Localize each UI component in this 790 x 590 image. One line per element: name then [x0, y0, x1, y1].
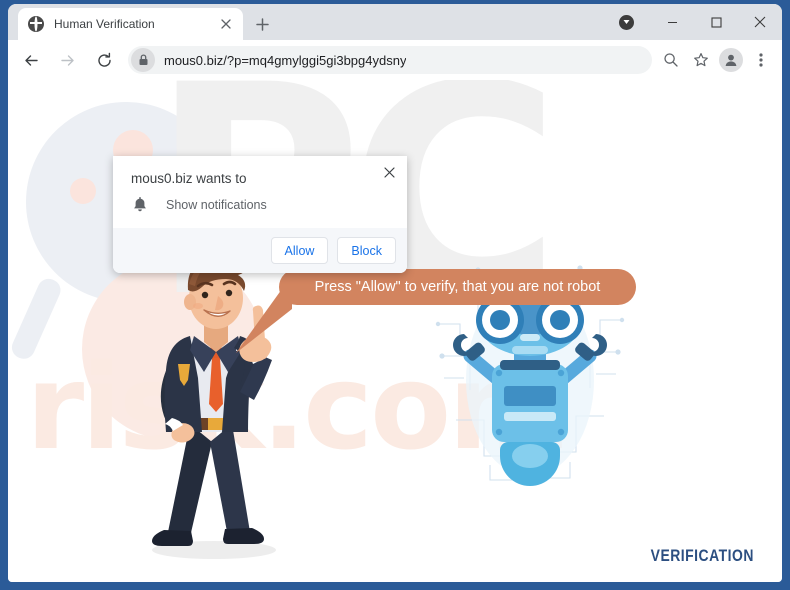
browser-toolbar: mous0.biz/?p=mq4gmylggi5gi3bpg4ydsny: [8, 40, 782, 80]
speech-bubble: Press "Allow" to verify, that you are no…: [279, 269, 636, 305]
minimize-button[interactable]: [650, 4, 694, 40]
globe-icon: [28, 16, 44, 32]
lock-icon[interactable]: [131, 48, 155, 72]
permission-row: Show notifications: [131, 196, 267, 213]
footer-verification-label: VERIFICATION: [650, 546, 754, 565]
three-dot-menu-icon[interactable]: [746, 45, 776, 75]
back-arrow-icon[interactable]: [16, 45, 46, 75]
browser-tab-human-verification[interactable]: Human Verification: [18, 8, 243, 40]
tab-strip: Human Verification: [8, 4, 782, 40]
decorative-dot: [70, 178, 96, 204]
url-text[interactable]: mous0.biz/?p=mq4gmylggi5gi3bpg4ydsny: [164, 53, 406, 68]
close-icon[interactable]: [379, 162, 399, 182]
new-tab-button[interactable]: [251, 13, 273, 35]
address-bar[interactable]: mous0.biz/?p=mq4gmylggi5gi3bpg4ydsny: [128, 46, 652, 74]
dialog-title: mous0.biz wants to: [131, 171, 247, 186]
notification-permission-dialog: mous0.biz wants to Show notifications Al…: [113, 156, 407, 273]
page-viewport: PC risk.com: [8, 80, 782, 582]
download-indicator-icon[interactable]: [608, 4, 644, 40]
search-icon[interactable]: [656, 45, 686, 75]
toolbar-actions: [656, 45, 782, 75]
window-controls: [608, 4, 782, 40]
maximize-button[interactable]: [694, 4, 738, 40]
speech-bubble-text: Press "Allow" to verify, that you are no…: [314, 279, 601, 295]
bell-icon: [131, 196, 148, 213]
profile-avatar[interactable]: [716, 45, 746, 75]
block-button[interactable]: Block: [337, 237, 396, 264]
dialog-footer: Allow Block: [113, 228, 407, 273]
forward-arrow-icon[interactable]: [52, 45, 82, 75]
permission-label: Show notifications: [166, 197, 267, 212]
allow-button[interactable]: Allow: [270, 237, 329, 264]
close-button[interactable]: [738, 4, 782, 40]
window-frame: Human Verification mous0.biz/?p=mq4gmylg…: [0, 0, 790, 590]
star-icon[interactable]: [686, 45, 716, 75]
close-icon[interactable]: [217, 15, 235, 33]
reload-icon[interactable]: [89, 45, 119, 75]
browser-window: Human Verification mous0.biz/?p=mq4gmylg…: [8, 4, 782, 582]
tab-title: Human Verification: [54, 17, 155, 31]
